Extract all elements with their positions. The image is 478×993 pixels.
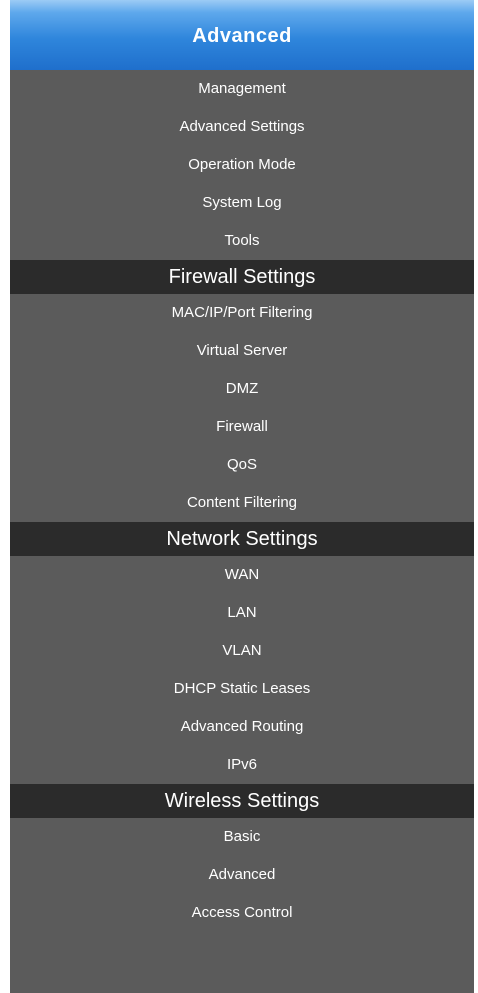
menu-header-advanced[interactable]: Advanced	[10, 0, 474, 70]
menu-item-system-log[interactable]: System Log	[10, 184, 474, 222]
menu-item-management[interactable]: Management	[10, 70, 474, 108]
menu-item-dmz[interactable]: DMZ	[10, 370, 474, 408]
menu-item-firewall[interactable]: Firewall	[10, 408, 474, 446]
menu-item-dhcp-static-leases[interactable]: DHCP Static Leases	[10, 670, 474, 708]
menu-item-virtual-server[interactable]: Virtual Server	[10, 332, 474, 370]
menu-item-wan[interactable]: WAN	[10, 556, 474, 594]
menu-item-advanced-settings[interactable]: Advanced Settings	[10, 108, 474, 146]
section-header-firewall-settings[interactable]: Firewall Settings	[10, 260, 474, 294]
menu-item-vlan[interactable]: VLAN	[10, 632, 474, 670]
menu-item-wireless-basic[interactable]: Basic	[10, 818, 474, 856]
sidebar-menu: Advanced Management Advanced Settings Op…	[10, 0, 474, 993]
section-header-wireless-settings[interactable]: Wireless Settings	[10, 784, 474, 818]
menu-item-advanced-routing[interactable]: Advanced Routing	[10, 708, 474, 746]
menu-item-operation-mode[interactable]: Operation Mode	[10, 146, 474, 184]
menu-item-access-control[interactable]: Access Control	[10, 894, 474, 932]
section-header-network-settings[interactable]: Network Settings	[10, 522, 474, 556]
menu-item-qos[interactable]: QoS	[10, 446, 474, 484]
menu-item-tools[interactable]: Tools	[10, 222, 474, 260]
menu-item-ipv6[interactable]: IPv6	[10, 746, 474, 784]
menu-item-content-filtering[interactable]: Content Filtering	[10, 484, 474, 522]
menu-item-wireless-advanced[interactable]: Advanced	[10, 856, 474, 894]
menu-item-lan[interactable]: LAN	[10, 594, 474, 632]
menu-item-mac-ip-port-filtering[interactable]: MAC/IP/Port Filtering	[10, 294, 474, 332]
